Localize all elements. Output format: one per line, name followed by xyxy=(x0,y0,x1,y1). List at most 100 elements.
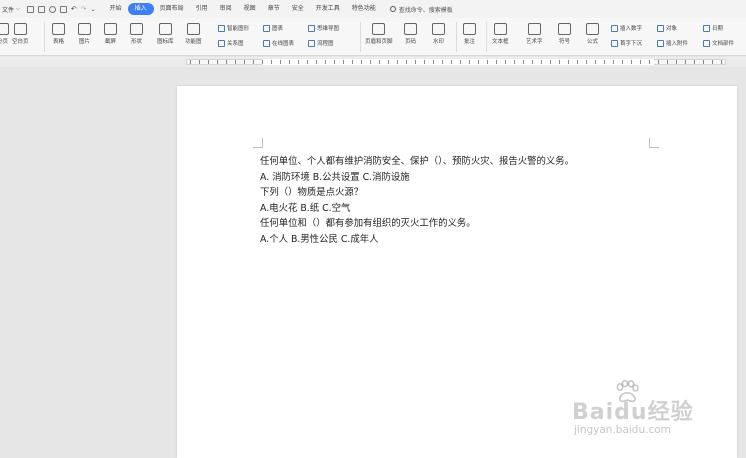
divider xyxy=(44,22,45,52)
ribbon-insert: 分页 空白页 表格 图片 截屏 形状 图标库 功能图 智能图形 关系图 图表 在… xyxy=(0,18,746,56)
mind-map-icon xyxy=(308,24,315,32)
ruler-tick xyxy=(640,60,641,64)
ruler-tick xyxy=(532,60,533,64)
ruler-tick xyxy=(478,60,479,64)
online-chart-button[interactable]: 在线图表 xyxy=(263,39,294,47)
ruler-tick xyxy=(208,60,209,64)
table-button[interactable]: 表格 xyxy=(52,23,65,45)
header-footer-button[interactable]: 页眉和页脚 xyxy=(365,23,393,45)
tab-references[interactable]: 引用 xyxy=(190,3,214,15)
tab-features[interactable]: 特色功能 xyxy=(346,3,382,15)
watermark-label: 水印 xyxy=(432,39,444,45)
tab-sections[interactable]: 章节 xyxy=(262,3,286,15)
tab-view[interactable]: 视图 xyxy=(238,3,262,15)
ruler-tick xyxy=(361,60,362,64)
header-footer-label: 页眉和页脚 xyxy=(365,39,393,45)
options-1: A. 消防环境 B.公共设置 C.消防设施 xyxy=(260,171,410,183)
file-menu[interactable]: 文件 ⌵ xyxy=(0,0,23,18)
drop-cap-icon xyxy=(611,39,618,47)
redo-icon[interactable]: ↷ xyxy=(81,5,87,13)
drop-cap-button[interactable]: 首字下沉 xyxy=(611,39,642,47)
watermark-button[interactable]: 水印 xyxy=(432,23,445,45)
tab-home[interactable]: 开始 xyxy=(104,3,128,15)
mind-map-button[interactable]: 思维导图 xyxy=(308,24,339,32)
icon-library-button[interactable]: 图标库 xyxy=(157,23,174,45)
text-box-button[interactable]: 文本框 xyxy=(492,23,509,45)
flowchart-button[interactable]: 流程图 xyxy=(308,39,334,47)
comment-icon xyxy=(463,23,476,35)
word-art-label: 艺术字 xyxy=(526,39,543,45)
ruler-tick xyxy=(604,60,605,64)
print-icon[interactable] xyxy=(48,5,56,13)
smart-art-icon xyxy=(218,24,225,32)
options-2: A.电火花 B.纸 C.空气 xyxy=(260,202,351,214)
ruler-tick xyxy=(676,60,677,64)
smart-art-button[interactable]: 智能图形 xyxy=(218,24,249,32)
ruler-tick xyxy=(631,60,632,64)
equation-button[interactable]: 公式 xyxy=(586,23,599,45)
command-search-placeholder: 查找命令、搜索模板 xyxy=(398,6,453,14)
shapes-button[interactable]: 形状 xyxy=(130,23,143,45)
ruler-tick xyxy=(235,60,236,64)
tab-developer[interactable]: 开发工具 xyxy=(310,3,346,15)
insert-number-button[interactable]: 插入数字 xyxy=(611,24,642,32)
export-icon[interactable] xyxy=(59,5,67,13)
comment-label: 批注 xyxy=(463,39,475,45)
ruler-tick xyxy=(406,60,407,64)
picture-button[interactable]: 图片 xyxy=(78,23,91,45)
tab-review[interactable]: 审阅 xyxy=(214,3,238,15)
blank-page-button[interactable]: 空白页 xyxy=(12,23,29,45)
quick-access-toolbar: ↶ ↷ ⌄ xyxy=(23,5,100,13)
picture-label: 图片 xyxy=(78,39,90,45)
relation-chart-button[interactable]: 关系图 xyxy=(218,39,244,47)
ruler-tick xyxy=(622,60,623,64)
tab-insert[interactable]: 插入 xyxy=(127,3,154,15)
ruler-tick xyxy=(451,60,452,64)
page-break-button[interactable]: 分页 xyxy=(0,23,9,45)
chart-button[interactable]: 图表 xyxy=(263,24,283,32)
symbol-button[interactable]: 符号 xyxy=(558,23,571,45)
insert-number-icon xyxy=(611,24,618,32)
save-icon[interactable] xyxy=(26,5,34,13)
document-body[interactable]: 任何单位、个人都有维护消防安全、保护（）、预防火灾、报告火警的义务。 A. 消防… xyxy=(260,154,660,248)
icon-library-label: 图标库 xyxy=(157,39,174,45)
text-box-icon xyxy=(493,23,507,35)
insert-attachment-button[interactable]: 插入附件 xyxy=(657,39,688,47)
undo-icon[interactable]: ↶ xyxy=(71,5,77,13)
mind-map-label: 思维导图 xyxy=(317,26,340,32)
print-preview-icon[interactable] xyxy=(37,5,45,13)
command-search[interactable]: 查找命令、搜索模板 xyxy=(389,5,453,14)
question-2: 下列（）物质是点火源？ xyxy=(260,187,364,199)
divider xyxy=(456,22,457,52)
page-number-button[interactable]: 页码 xyxy=(404,23,417,45)
baidu-jingyan-watermark: Baidu经验 jingyan.baidu.com xyxy=(570,378,720,448)
online-chart-label: 在线图表 xyxy=(272,41,295,47)
doc-parts-button[interactable]: 文档部件 xyxy=(703,39,734,47)
word-art-button[interactable]: 艺术字 xyxy=(526,23,543,45)
ruler-tick xyxy=(649,60,650,64)
page-break-label: 分页 xyxy=(0,39,8,45)
tab-security[interactable]: 安全 xyxy=(286,3,310,15)
ruler-tick xyxy=(352,60,353,64)
screenshot-label: 截屏 xyxy=(104,39,116,45)
ruler-tick xyxy=(370,60,371,64)
comment-button[interactable]: 批注 xyxy=(463,23,476,45)
function-chart-button[interactable]: 功能图 xyxy=(185,23,202,45)
object-button[interactable]: 对象 xyxy=(657,24,677,32)
date-button[interactable]: 日期 xyxy=(703,24,723,32)
ruler-tick xyxy=(424,60,425,64)
blank-page-icon xyxy=(13,23,27,35)
ruler-tick xyxy=(280,60,281,64)
tab-page-layout[interactable]: 页面布局 xyxy=(154,3,190,15)
ruler-tick xyxy=(721,60,722,64)
relation-chart-label: 关系图 xyxy=(227,41,244,47)
table-label: 表格 xyxy=(52,39,64,45)
horizontal-ruler[interactable] xyxy=(0,57,746,67)
customize-icon[interactable]: ⌄ xyxy=(91,6,96,13)
ruler-tick xyxy=(433,60,434,64)
ruler-tick xyxy=(514,60,515,64)
shapes-icon xyxy=(130,23,143,35)
divider xyxy=(486,22,487,52)
screenshot-button[interactable]: 截屏 xyxy=(104,23,117,45)
ruler-tick xyxy=(658,60,659,64)
